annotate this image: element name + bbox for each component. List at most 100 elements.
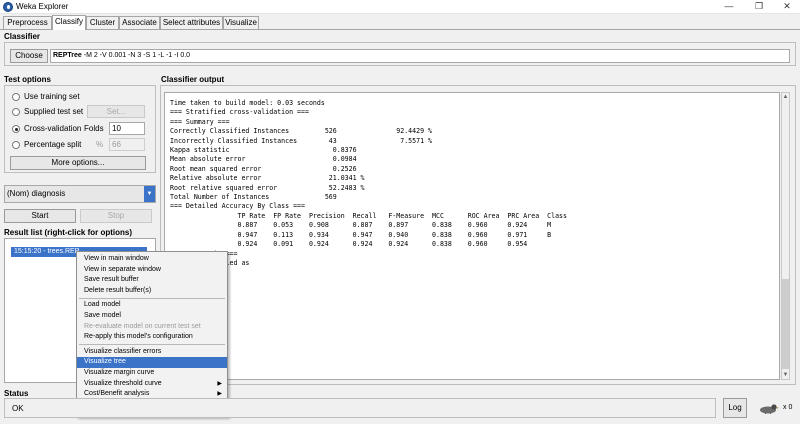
- maximize-icon[interactable]: ❐: [746, 0, 772, 13]
- context-menu-item[interactable]: Visualize classifier errors: [77, 347, 227, 358]
- context-menu-item-label: Load model: [84, 301, 121, 309]
- classifier-section-title: Classifier: [4, 32, 41, 41]
- context-menu-item-label: Save result buffer: [84, 276, 139, 284]
- use-training-set-radio[interactable]: [12, 93, 20, 101]
- output-line: = M: [170, 268, 567, 277]
- scrollbar-thumb[interactable]: [782, 279, 789, 369]
- minimize-icon[interactable]: —: [716, 0, 742, 13]
- context-menu-separator: [79, 297, 225, 299]
- close-icon[interactable]: ✕: [774, 0, 800, 13]
- output-line: TP Rate FP Rate Precision Recall F-Measu…: [170, 211, 567, 220]
- context-menu-item-label: Save model: [84, 312, 121, 319]
- context-menu-item-label: Delete result buffer(s): [84, 286, 152, 294]
- context-menu-item-label: View in main window: [84, 255, 149, 262]
- status-text: OK: [12, 404, 24, 413]
- classifier-output-text: Time taken to build model: 0.03 seconds =…: [170, 99, 567, 287]
- output-line: Correctly Classified Instances 526 92.44…: [170, 127, 433, 136]
- output-line: === Summary ===: [170, 117, 230, 126]
- output-vertical-scrollbar[interactable]: ▲ ▼: [781, 92, 790, 380]
- stop-button[interactable]: Stop: [80, 209, 152, 223]
- classifier-name: REPTree: [53, 52, 82, 59]
- test-options-title: Test options: [4, 75, 51, 84]
- tab-cluster[interactable]: Cluster: [86, 16, 119, 29]
- percentage-input[interactable]: 66: [109, 138, 145, 151]
- output-line: Matrix ===: [198, 249, 238, 258]
- output-line: 0.924 0.091 0.924 0.924 0.924 0.838 0.96…: [170, 240, 528, 249]
- weka-app-icon: [3, 2, 13, 12]
- output-line: Time taken to build model: 0.03 seconds: [170, 99, 325, 107]
- set-test-set-button[interactable]: Set...: [87, 105, 145, 118]
- classifier-output-text-area[interactable]: Time taken to build model: 0.03 seconds =…: [164, 92, 780, 380]
- use-training-set-label: Use training set: [24, 92, 80, 101]
- cross-validation-radio[interactable]: [12, 125, 20, 133]
- status-title: Status: [4, 389, 29, 398]
- percent-symbol: %: [96, 140, 104, 149]
- output-line: classified as: [198, 258, 250, 267]
- context-menu-item[interactable]: Re-apply this model's configuration: [77, 332, 227, 343]
- percentage-split-radio[interactable]: [12, 141, 20, 149]
- chevron-down-icon[interactable]: ▼: [144, 186, 155, 202]
- percentage-split-label: Percentage split: [24, 140, 82, 149]
- output-line: Mean absolute error 0.0984: [170, 155, 357, 164]
- context-menu-item[interactable]: Visualize threshold curve ▶: [77, 379, 227, 390]
- window-title: Weka Explorer: [16, 2, 69, 11]
- weka-explorer-window: Weka Explorer — ❐ ✕ Preprocess Classify …: [0, 0, 800, 424]
- output-line: Total Number of Instances 569: [170, 193, 337, 202]
- tab-associate[interactable]: Associate: [119, 16, 160, 29]
- supplied-test-set-label: Supplied test set: [24, 107, 84, 116]
- context-menu-item[interactable]: Visualize margin curve: [77, 368, 227, 379]
- more-options-button[interactable]: More options...: [10, 156, 146, 170]
- context-menu-item[interactable]: Re-evaluate model on current test set: [77, 322, 227, 333]
- classifier-output-title: Classifier output: [161, 75, 225, 84]
- context-menu-item-label: Visualize classifier errors: [84, 347, 162, 355]
- output-line: Incorrectly Classified Instances 43 7.55…: [170, 136, 433, 145]
- context-menu-item[interactable]: View in main window: [77, 254, 227, 265]
- cross-validation-label: Cross-validation: [24, 124, 82, 133]
- tab-visualize[interactable]: Visualize: [223, 16, 259, 29]
- context-menu-item[interactable]: Visualize tree: [77, 357, 227, 368]
- supplied-test-set-radio[interactable]: [12, 108, 20, 116]
- tab-select-attributes[interactable]: Select attributes: [160, 16, 223, 29]
- tab-classify[interactable]: Classify: [52, 15, 86, 30]
- output-line: Relative absolute error 21.0341 %: [170, 174, 365, 183]
- output-line: 0.947 0.113 0.934 0.947 0.940 0.838 0.96…: [170, 230, 552, 239]
- context-menu-separator: [79, 344, 225, 346]
- tab-preprocess[interactable]: Preprocess: [3, 16, 52, 29]
- context-menu-item-label: Visualize tree: [84, 358, 126, 366]
- scroll-up-icon[interactable]: ▲: [782, 93, 789, 101]
- class-attribute-select[interactable]: (Nom) diagnosis: [4, 185, 156, 203]
- context-menu-item[interactable]: Save model: [77, 311, 227, 322]
- weka-bird-icon: [757, 402, 779, 415]
- folds-input[interactable]: 10: [109, 122, 145, 135]
- context-menu-item-label: Re-evaluate model on current test set: [84, 322, 201, 330]
- context-menu-item-label: View in separate window: [84, 265, 161, 273]
- classifier-options: -M 2 -V 0.001 -N 3 -S 1 -L -1 -I 0.0: [81, 52, 191, 59]
- context-menu-item-label: Cost/Benefit analysis: [84, 390, 150, 398]
- result-list-title: Result list (right-click for options): [4, 228, 133, 237]
- context-menu-item-label: Visualize margin curve: [84, 369, 155, 376]
- context-menu-item[interactable]: Load model: [77, 300, 227, 311]
- tab-bar: Preprocess Classify Cluster Associate Se…: [0, 14, 800, 30]
- output-line: 0.887 0.053 0.908 0.887 0.897 0.838 0.96…: [170, 221, 552, 230]
- output-line: Root relative squared error 52.2483 %: [170, 183, 365, 192]
- context-menu-item[interactable]: Delete result buffer(s): [77, 286, 227, 297]
- output-line: = B: [170, 278, 567, 287]
- context-menu-item[interactable]: Save result buffer: [77, 275, 227, 286]
- context-menu-item-label: Visualize threshold curve: [84, 379, 162, 387]
- title-bar: Weka Explorer — ❐ ✕: [0, 0, 800, 14]
- result-context-menu: View in main window View in separate wind…: [76, 251, 228, 417]
- folds-label: Folds: [84, 124, 104, 133]
- output-line: === Detailed Accuracy By Class ===: [170, 202, 305, 211]
- output-line: === Stratified cross-validation ===: [170, 108, 309, 117]
- choose-classifier-button[interactable]: Choose: [10, 49, 48, 63]
- start-button[interactable]: Start: [4, 209, 76, 223]
- log-button[interactable]: Log: [723, 398, 747, 418]
- output-line: Kappa statistic 0.8376: [170, 146, 357, 155]
- classifier-config-field[interactable]: REPTree -M 2 -V 0.001 -N 3 -S 1 -L -1 -I…: [50, 49, 790, 63]
- context-menu-item-label: Re-apply this model's configuration: [84, 333, 193, 341]
- output-line: Root mean squared error 0.2526: [170, 164, 357, 173]
- class-attribute-value: (Nom) diagnosis: [7, 189, 66, 198]
- scroll-down-icon[interactable]: ▼: [782, 371, 789, 379]
- task-count: x 0: [783, 404, 793, 411]
- context-menu-item[interactable]: View in separate window: [77, 265, 227, 276]
